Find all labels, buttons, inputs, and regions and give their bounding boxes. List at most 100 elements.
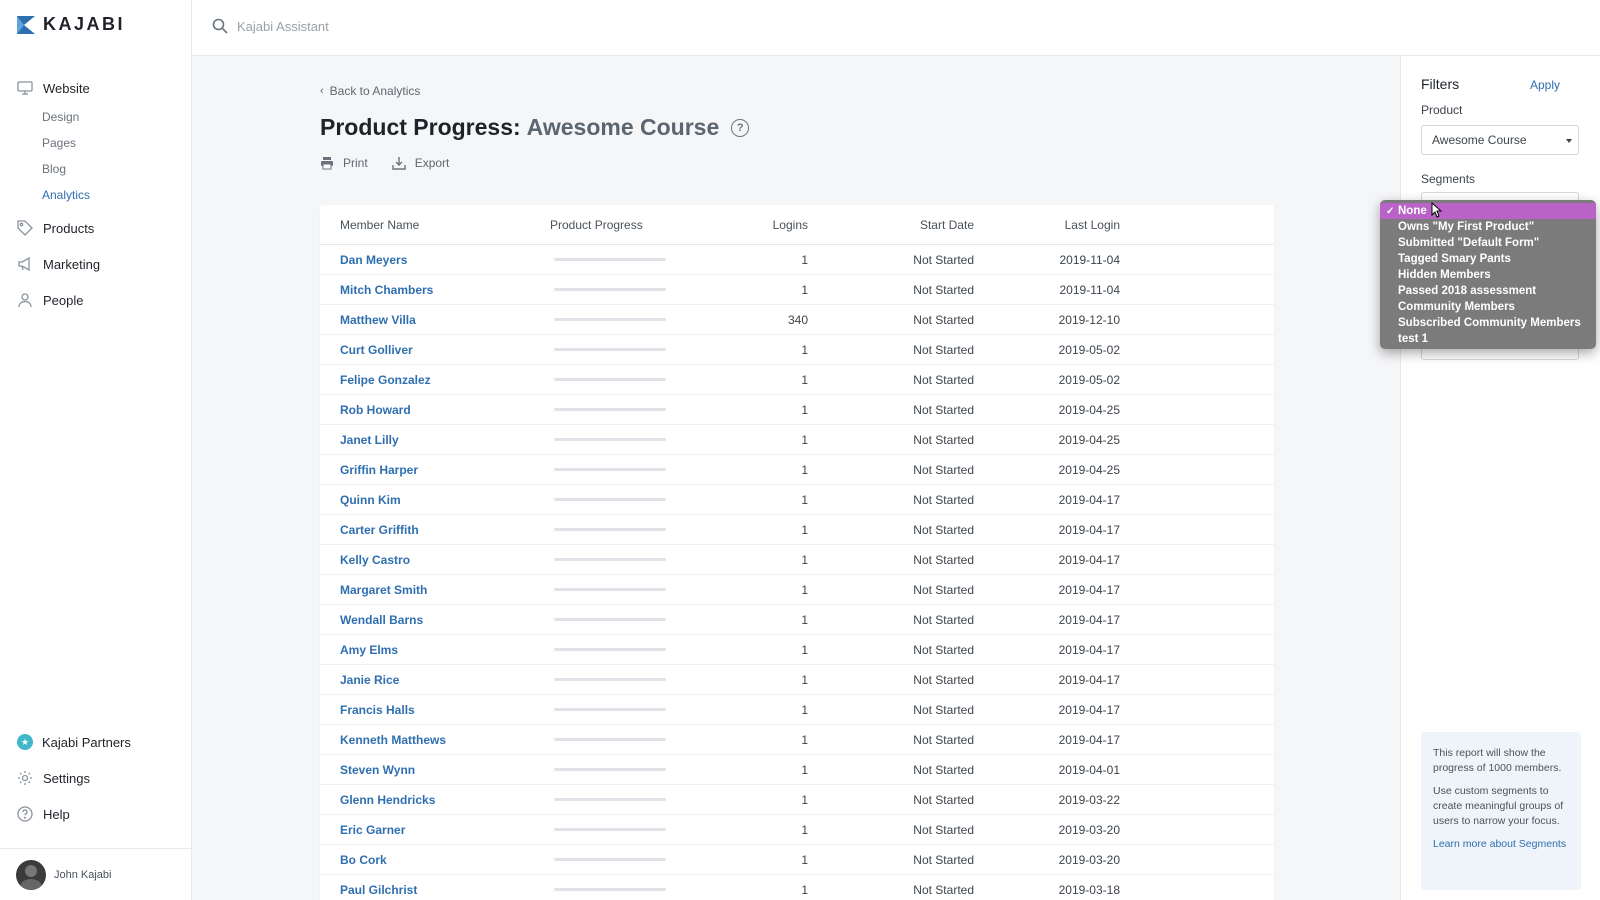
sidebar-item-website[interactable]: Website [0,72,192,104]
segment-option-label: Hidden Members [1398,269,1491,281]
segment-option-label: None [1398,205,1427,217]
apply-filters-button[interactable]: Apply [1530,78,1560,92]
member-name-link[interactable]: Steven Wynn [320,763,540,777]
column-header-product-progress[interactable]: Product Progress [540,218,680,232]
last-login-cell: 2019-04-17 [1058,732,1120,747]
progress-cell [540,648,680,651]
segment-option[interactable]: Hidden Members [1380,267,1596,283]
progress-cell [540,408,680,411]
segment-option[interactable]: Subscribed Community Members [1380,315,1596,331]
member-name-link[interactable]: Griffin Harper [320,463,540,477]
member-name-link[interactable]: Janet Lilly [320,433,540,447]
sidebar-item-help[interactable]: Help [0,796,192,832]
sidebar-sub-pages[interactable]: Pages [0,130,192,156]
avatar [16,859,46,890]
segment-option[interactable]: ✓ None [1380,203,1596,219]
last-login-cell: 2019-04-25 [1058,432,1120,447]
segment-option[interactable]: Passed 2018 assessment [1380,283,1596,299]
back-to-analytics-link[interactable]: ‹ Back to Analytics [320,84,420,98]
column-header-logins[interactable]: Logins [680,218,808,232]
last-login-cell: 2019-03-20 [1058,822,1120,837]
table-row: Curt Golliver 1 Not Started 2019-05-02 [320,335,1274,365]
member-name-link[interactable]: Curt Golliver [320,343,540,357]
segment-option[interactable]: Owns "My First Product" [1380,219,1596,235]
table-row: Steven Wynn 1 Not Started 2019-04-01 [320,755,1274,785]
member-name-link[interactable]: Quinn Kim [320,493,540,507]
logins-cell: 1 [801,282,808,297]
tag-icon [17,220,33,236]
progress-cell [540,318,680,321]
last-login-cell: 2019-04-17 [1058,522,1120,537]
assistant-search[interactable] [212,18,537,34]
member-name-link[interactable]: Janie Rice [320,673,540,687]
logins-cell: 1 [801,342,808,357]
print-button[interactable]: Print [320,156,368,170]
segment-option-label: Passed 2018 assessment [1398,285,1537,297]
export-button[interactable]: Export [391,156,449,170]
kajabi-logo[interactable]: KAJABI [17,14,125,35]
sidebar-item-settings[interactable]: Settings [0,760,192,796]
monitor-icon [17,81,33,95]
sidebar-sub-blog[interactable]: Blog [0,156,192,182]
sidebar-item-marketing[interactable]: Marketing [0,248,192,280]
member-name-link[interactable]: Kenneth Matthews [320,733,540,747]
segment-option[interactable]: Community Members [1380,299,1596,315]
table-row: Mitch Chambers 1 Not Started 2019-11-04 [320,275,1274,305]
page-title: Product Progress: Awesome Course ? [320,114,750,141]
logins-cell: 1 [801,612,808,627]
member-name-link[interactable]: Francis Halls [320,703,540,717]
member-name-link[interactable]: Margaret Smith [320,583,540,597]
member-name-link[interactable]: Carter Griffith [320,523,540,537]
sidebar-item-label: People [43,292,84,308]
sidebar-nav: Website Design Pages Blog Analytics Prod… [0,72,192,316]
member-name-link[interactable]: Eric Garner [320,823,540,837]
start-date-cell: Not Started [913,702,974,717]
segment-option[interactable]: Tagged Smary Pants [1380,251,1596,267]
start-date-cell: Not Started [913,492,974,507]
sidebar-sub-analytics[interactable]: Analytics [0,182,192,208]
product-select[interactable]: Awesome Course [1421,125,1579,155]
member-name-link[interactable]: Wendall Barns [320,613,540,627]
logins-cell: 1 [801,642,808,657]
search-input[interactable] [237,18,537,34]
sidebar-sub-design[interactable]: Design [0,104,192,130]
caret-down-icon [1566,139,1572,143]
member-name-link[interactable]: Paul Gilchrist [320,883,540,897]
progress-bar [554,258,666,261]
column-header-last-login[interactable]: Last Login [974,218,1120,232]
member-name-link[interactable]: Mitch Chambers [320,283,540,297]
table-row: Janie Rice 1 Not Started 2019-04-17 [320,665,1274,695]
member-name-link[interactable]: Bo Cork [320,853,540,867]
member-name-link[interactable]: Dan Meyers [320,253,540,267]
progress-bar [554,288,666,291]
filters-panel: Filters Apply Product Awesome Course Seg… [1400,56,1600,900]
member-name-link[interactable]: Kelly Castro [320,553,540,567]
sidebar-bottom-nav: ★ Kajabi Partners Settings Help [0,724,192,832]
table-row: Paul Gilchrist 1 Not Started 2019-03-18 [320,875,1274,900]
help-circle-icon[interactable]: ? [731,118,750,137]
logins-cell: 1 [801,732,808,747]
progress-bar [554,888,666,891]
start-date-cell: Not Started [913,882,974,897]
member-name-link[interactable]: Matthew Villa [320,313,540,327]
column-header-member-name[interactable]: Member Name [320,218,540,232]
progress-cell [540,858,680,861]
segment-option[interactable]: test 1 [1380,331,1596,347]
start-date-cell: Not Started [913,642,974,657]
progress-bar [554,498,666,501]
column-header-start-date[interactable]: Start Date [808,218,974,232]
user-menu[interactable]: John Kajabi [0,848,192,900]
member-name-link[interactable]: Glenn Hendricks [320,793,540,807]
progress-bar [554,738,666,741]
start-date-cell: Not Started [913,762,974,777]
sidebar-item-partners[interactable]: ★ Kajabi Partners [0,724,192,760]
member-name-link[interactable]: Rob Howard [320,403,540,417]
member-name-link[interactable]: Felipe Gonzalez [320,373,540,387]
member-name-link[interactable]: Amy Elms [320,643,540,657]
learn-more-segments-link[interactable]: Learn more about Segments [1433,838,1566,850]
segment-option[interactable]: Submitted "Default Form" [1380,235,1596,251]
sidebar-item-people[interactable]: People [0,284,192,316]
start-date-cell: Not Started [913,522,974,537]
sidebar-item-products[interactable]: Products [0,212,192,244]
start-date-cell: Not Started [913,792,974,807]
